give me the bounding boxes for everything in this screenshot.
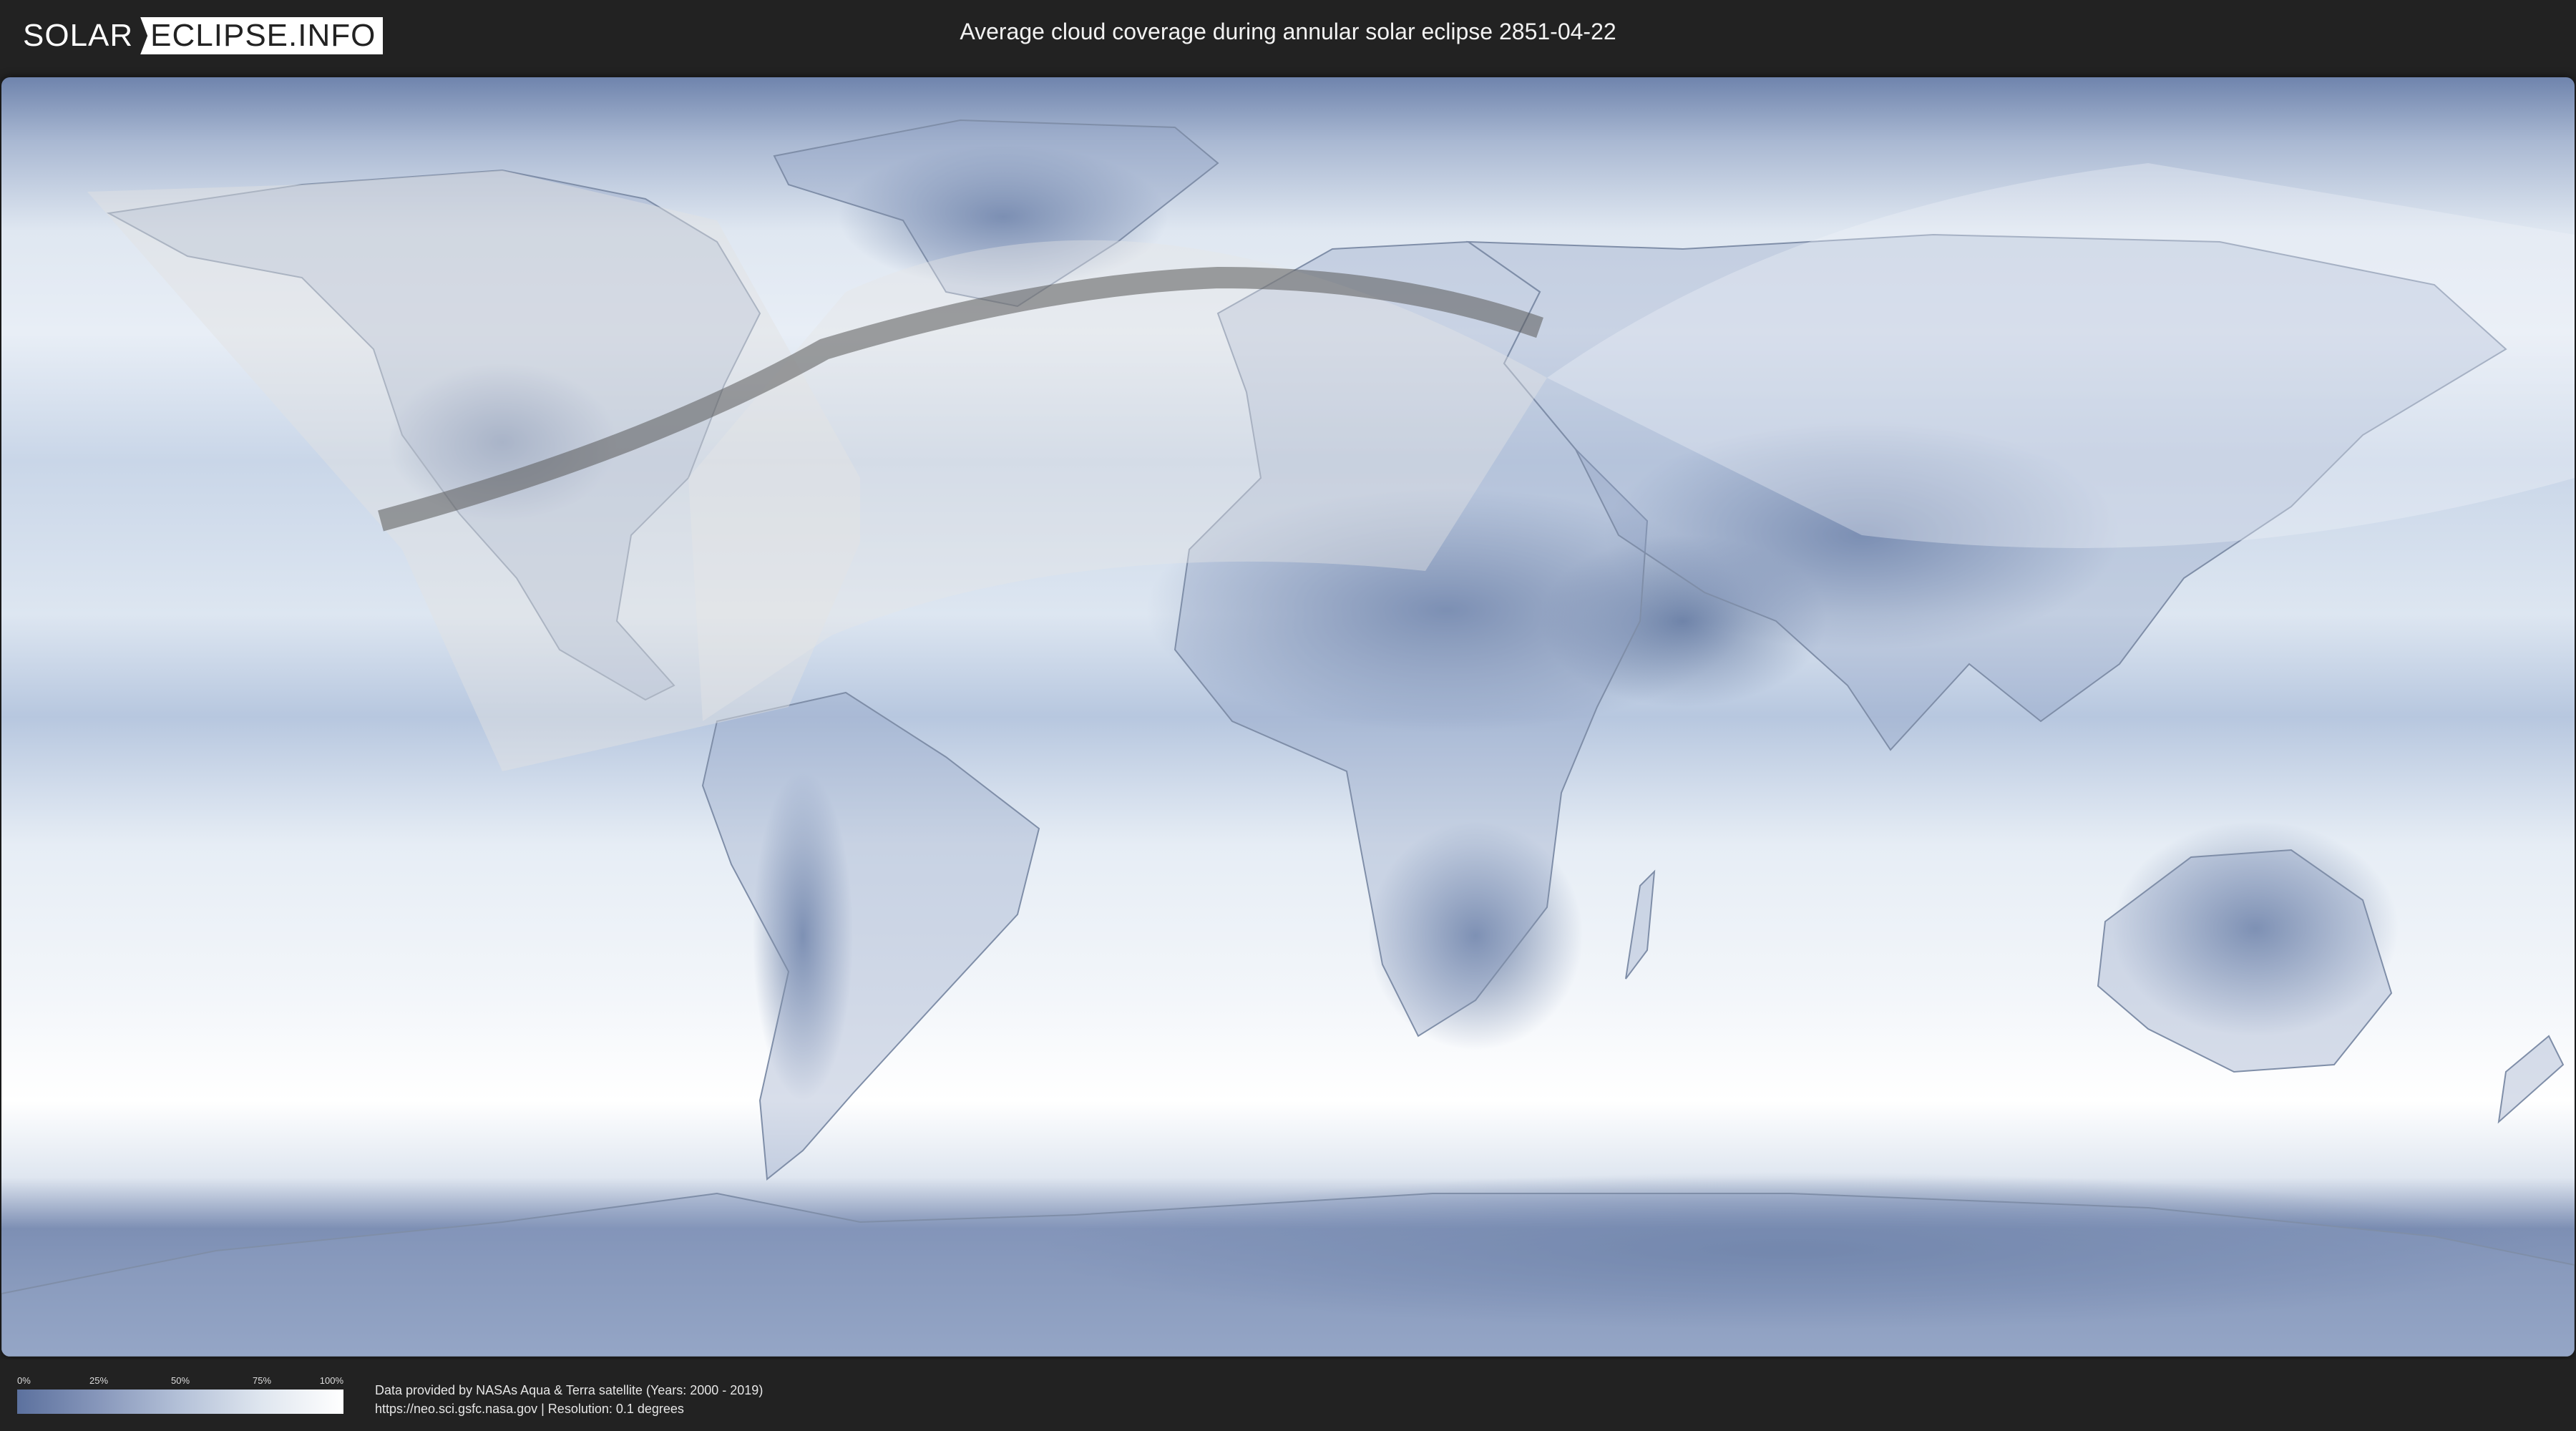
footer-bar: 0% 25% 50% 75% 100% Data provided by NAS… — [0, 1359, 2576, 1431]
legend-tick-100: 100% — [319, 1375, 343, 1386]
legend-ticks: 0% 25% 50% 75% 100% — [17, 1375, 343, 1387]
header-bar: SOLAR ECLIPSE.INFO Average cloud coverag… — [0, 0, 2576, 72]
legend-tick-0: 0% — [17, 1375, 31, 1386]
credit-line-url[interactable]: https://neo.sci.gsfc.nasa.gov | Resoluti… — [375, 1400, 763, 1418]
credit-line-source: Data provided by NASAs Aqua & Terra sate… — [375, 1383, 763, 1397]
cloud-coverage-legend: 0% 25% 50% 75% 100% — [17, 1375, 343, 1414]
legend-tick-25: 25% — [89, 1375, 109, 1386]
data-credit: Data provided by NASAs Aqua & Terra sate… — [375, 1381, 763, 1418]
cloud-coverage-map[interactable] — [1, 77, 2575, 1357]
legend-tick-75: 75% — [252, 1375, 272, 1386]
legend-tick-50: 50% — [170, 1375, 190, 1386]
legend-gradient-bar — [17, 1390, 343, 1414]
page-title: Average cloud coverage during annular so… — [960, 19, 1616, 44]
